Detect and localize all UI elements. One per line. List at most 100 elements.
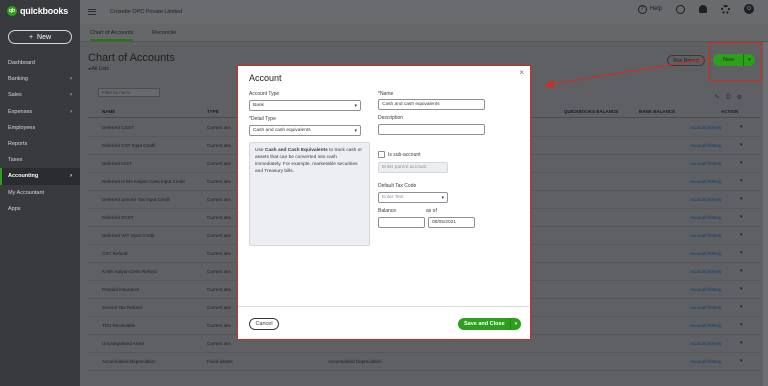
row-dropdown-icon[interactable]: ▾	[740, 178, 743, 184]
sidebar-item-my-accountant[interactable]: My Accountant	[0, 185, 80, 201]
edit-icon[interactable]: ✎	[715, 94, 720, 101]
sidebar-item-label: Expenses	[8, 108, 33, 115]
row-type: Current ass	[207, 287, 231, 292]
name-input[interactable]: Cash and cash equivalents	[378, 99, 485, 110]
account-history-link[interactable]: Account history	[690, 215, 721, 220]
chevron-down-icon: ▾	[441, 195, 444, 201]
save-and-close-button[interactable]: Save and Close ▾	[458, 318, 521, 330]
quickbooks-logo[interactable]: qb quickbooks intuit	[7, 4, 68, 18]
search-icon[interactable]	[676, 4, 685, 14]
row-name: GST Refund	[102, 251, 128, 256]
as-of-date-input[interactable]: 06/05/2021	[428, 217, 475, 228]
row-dropdown-icon[interactable]: ▾	[740, 358, 743, 364]
row-dropdown-icon[interactable]: ▾	[740, 250, 743, 256]
dialog-title: Account	[249, 73, 282, 83]
chevron-down-icon: ▾	[354, 103, 357, 109]
filter-input[interactable]: Filter by name	[98, 88, 160, 97]
avatar[interactable]: O	[744, 4, 754, 14]
col-type[interactable]: TYPE	[207, 109, 219, 114]
sidebar-item-label: Reports	[8, 141, 28, 148]
row-type: Current ass	[207, 251, 231, 256]
sidebar-item-sales[interactable]: Sales ›	[0, 87, 80, 103]
sidebar-item-reports[interactable]: Reports	[0, 136, 80, 152]
account-history-link[interactable]: Account history	[690, 359, 721, 364]
qb-logo-icon: qb	[7, 6, 17, 16]
account-history-link[interactable]: Account history	[690, 269, 721, 274]
settings-icon[interactable]: ⚙	[737, 94, 742, 101]
account-type-select[interactable]: Bank ▾	[249, 100, 361, 111]
save-and-close-label: Save and Close	[464, 321, 505, 327]
account-history-link[interactable]: Account history	[690, 233, 721, 238]
account-history-link[interactable]: Account history	[690, 197, 721, 202]
sub-account-checkbox[interactable]	[378, 151, 385, 158]
page-scrollbar[interactable]	[763, 42, 768, 386]
sidebar-item-expenses[interactable]: Expenses ›	[0, 104, 80, 120]
account-type-label: Account Type	[249, 91, 280, 97]
help-label: Help	[649, 6, 662, 12]
description-label: Description	[378, 115, 404, 121]
sidebar-item-employees[interactable]: Employees	[0, 120, 80, 136]
name-label: *Name	[378, 91, 394, 97]
account-history-link[interactable]: Account history	[690, 287, 721, 292]
detail-type-select[interactable]: Cash and cash equivalents ▾	[249, 125, 361, 136]
bell-icon[interactable]	[699, 5, 707, 13]
account-history-link[interactable]: Account history	[690, 323, 721, 328]
row-name: Prepaid Insurance	[102, 287, 140, 292]
account-history-link[interactable]: Account history	[690, 161, 721, 166]
row-name: Deferred VAT Input Credit	[102, 233, 155, 238]
row-dropdown-icon[interactable]: ▾	[740, 268, 743, 274]
row-dropdown-icon[interactable]: ▾	[740, 286, 743, 292]
hamburger-menu-icon[interactable]	[88, 9, 96, 15]
sidebar-item-label: Accounting	[8, 173, 39, 180]
print-icon[interactable]: ⎙	[726, 94, 731, 101]
top-header: Crosette OPC Private Limited ? Help O	[80, 0, 768, 24]
chevron-down-icon[interactable]: ▾	[510, 318, 521, 330]
row-type: Fixed assets	[207, 359, 233, 364]
sidebar-item-apps[interactable]: Apps	[0, 201, 80, 217]
tax-code-label: Default Tax Code	[378, 183, 417, 189]
row-dropdown-icon[interactable]: ▾	[740, 340, 743, 346]
account-history-link[interactable]: Account history	[690, 143, 721, 148]
sidebar-new-button[interactable]: + New	[8, 30, 72, 44]
tab-reconcile[interactable]: Reconcile	[152, 30, 176, 36]
row-dropdown-icon[interactable]: ▾	[740, 232, 743, 238]
close-icon[interactable]: ×	[519, 68, 524, 77]
description-input[interactable]	[378, 124, 485, 135]
sidebar-item-dashboard[interactable]: Dashboard	[0, 55, 80, 71]
gear-icon[interactable]	[721, 4, 730, 14]
account-history-link[interactable]: Account history	[690, 341, 721, 346]
row-name: Deferred IGST	[102, 161, 132, 166]
sidebar-item-banking[interactable]: Banking ›	[0, 71, 80, 87]
help-button[interactable]: ? Help	[637, 4, 662, 14]
plus-icon: +	[28, 33, 34, 41]
row-dropdown-icon[interactable]: ▾	[740, 196, 743, 202]
row-dropdown-icon[interactable]: ▾	[740, 214, 743, 220]
sidebar-item-accounting[interactable]: Accounting ›	[0, 168, 80, 185]
tax-code-select[interactable]: Enter Text ▾	[378, 192, 448, 203]
cancel-button[interactable]: Cancel	[249, 318, 279, 330]
col-name[interactable]: NAME	[102, 109, 115, 114]
balance-input[interactable]	[378, 217, 425, 228]
run-report-button[interactable]: Run Report	[667, 55, 705, 66]
account-history-link[interactable]: Account history	[690, 305, 721, 310]
page-title: Chart of Accounts	[88, 52, 175, 64]
chevron-right-icon: ›	[70, 108, 72, 115]
row-dropdown-icon[interactable]: ▾	[740, 304, 743, 310]
row-name: Deferred GST Input Credit	[102, 143, 156, 148]
account-history-link[interactable]: Account history	[690, 179, 721, 184]
row-dropdown-icon[interactable]: ▾	[740, 142, 743, 148]
row-dropdown-icon[interactable]: ▾	[740, 322, 743, 328]
account-history-link[interactable]: Account history	[690, 125, 721, 130]
chevron-right-icon: ›	[70, 173, 72, 180]
row-type: Current ass	[207, 197, 231, 202]
row-dropdown-icon[interactable]: ▾	[740, 160, 743, 166]
breadcrumb[interactable]: ◂ All Lists	[88, 66, 109, 72]
row-dropdown-icon[interactable]: ▾	[740, 124, 743, 130]
sidebar-item-taxes[interactable]: Taxes	[0, 152, 80, 168]
tab-chart-of-accounts[interactable]: Chart of Accounts	[90, 30, 134, 41]
account-history-link[interactable]: Account history	[690, 251, 721, 256]
row-name: Accumulated Depreciation	[102, 359, 156, 364]
parent-account-placeholder: Enter parent account	[382, 165, 427, 170]
parent-account-select[interactable]: Enter parent account	[378, 162, 448, 173]
name-value: Cash and cash equivalents	[382, 102, 440, 107]
